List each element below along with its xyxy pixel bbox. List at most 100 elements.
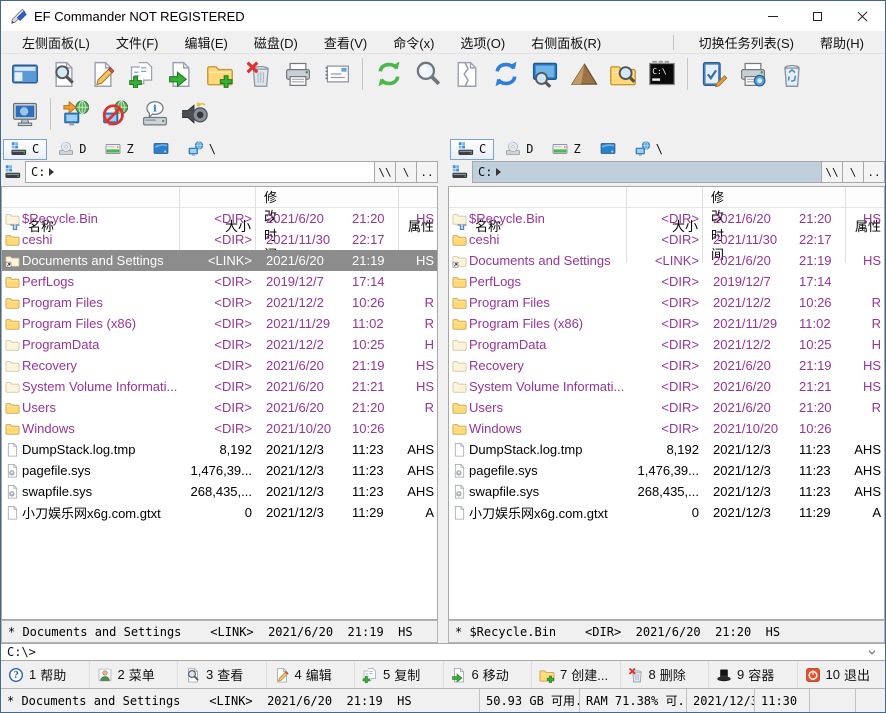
fkey-1-help-button[interactable]: ?1帮助 <box>1 661 90 688</box>
left-parent-button[interactable]: .. <box>417 161 438 183</box>
email-button[interactable] <box>317 56 356 92</box>
menu-item-3[interactable]: 磁盘(D) <box>241 31 311 53</box>
menu-item-right-1[interactable]: 帮助(H) <box>807 31 877 53</box>
menu-item-5[interactable]: 命令(x) <box>380 31 447 53</box>
print-button[interactable] <box>278 56 317 92</box>
file-row[interactable]: Windows<DIR>2021/10/2010:26 <box>449 418 884 439</box>
file-row[interactable]: Users<DIR>2021/6/2021:20R <box>2 397 437 418</box>
file-row[interactable]: Recovery<DIR>2021/6/2021:19HS <box>2 355 437 376</box>
menu-item-1[interactable]: 文件(F) <box>103 31 172 53</box>
menu-item-0[interactable]: 左侧面板(L) <box>9 31 103 53</box>
right-parent-button[interactable]: .. <box>864 161 885 183</box>
fkey-7-newfolder-button[interactable]: 7创建... <box>532 661 621 688</box>
search-button[interactable] <box>408 56 447 92</box>
file-row[interactable]: PerfLogs<DIR>2019/12/717:14 <box>449 271 884 292</box>
file-row[interactable]: swapfile.sys268,435,...2021/12/311:23AHS <box>2 481 437 502</box>
screen-search-button[interactable] <box>525 56 564 92</box>
fkey-2-person-button[interactable]: 2菜单 <box>90 661 179 688</box>
refresh-blue-button[interactable] <box>486 56 525 92</box>
delete-button[interactable] <box>239 56 278 92</box>
drive-tab-desktop[interactable] <box>145 139 177 160</box>
drive-tab-Z[interactable]: Z <box>544 139 588 160</box>
command-line[interactable]: C:\> <box>1 643 885 661</box>
fkey-10-exit-button[interactable]: 10退出 <box>798 661 886 688</box>
net-connect-button[interactable] <box>57 96 96 132</box>
drive-tab-D[interactable]: D <box>497 139 541 160</box>
fkey-6-move-button[interactable]: 6移动 <box>444 661 533 688</box>
drive-tab-desktop[interactable] <box>592 139 624 160</box>
file-row[interactable]: ProgramData<DIR>2021/12/210:25H <box>2 334 437 355</box>
menu-item-7[interactable]: 右侧面板(R) <box>518 31 614 53</box>
drive-tab-\[interactable]: \ <box>180 139 224 160</box>
file-row[interactable]: Program Files<DIR>2021/12/210:26R <box>2 292 437 313</box>
fkey-3-view-button[interactable]: 3查看 <box>178 661 267 688</box>
file-row[interactable]: DumpStack.log.tmp8,1922021/12/311:23AHS <box>2 439 437 460</box>
file-row[interactable]: Program Files (x86)<DIR>2021/11/2911:02R <box>449 313 884 334</box>
file-row[interactable]: DumpStack.log.tmp8,1922021/12/311:23AHS <box>449 439 884 460</box>
minimize-button[interactable] <box>750 1 795 31</box>
trash-button[interactable] <box>772 56 811 92</box>
file-row[interactable]: pagefile.sys1,476,39...2021/12/311:23AHS <box>2 460 437 481</box>
file-row[interactable]: Users<DIR>2021/6/2021:20R <box>449 397 884 418</box>
menu-item-2[interactable]: 编辑(E) <box>172 31 241 53</box>
file-row[interactable]: $Recycle.Bin<DIR>2021/6/2021:20HS <box>2 208 437 229</box>
copy-button[interactable] <box>122 56 161 92</box>
file-row[interactable]: Recovery<DIR>2021/6/2021:19HS <box>449 355 884 376</box>
file-row[interactable]: swapfile.sys268,435,...2021/12/311:23AHS <box>449 481 884 502</box>
drive-info-button[interactable]: i <box>135 96 174 132</box>
file-row[interactable]: PerfLogs<DIR>2019/12/717:14 <box>2 271 437 292</box>
menu-item-4[interactable]: 查看(V) <box>311 31 380 53</box>
options-button[interactable] <box>694 56 733 92</box>
drive-tab-Z[interactable]: Z <box>97 139 141 160</box>
right-path-input[interactable]: C: <box>472 161 822 183</box>
left-backslash-button[interactable]: \ <box>396 161 417 183</box>
file-row[interactable]: System Volume Informati...<DIR>2021/6/20… <box>2 376 437 397</box>
left-path-input[interactable]: C: <box>25 161 375 183</box>
print-capture-button[interactable] <box>733 56 772 92</box>
edit-button[interactable] <box>83 56 122 92</box>
fkey-4-edit-button[interactable]: 4编辑 <box>267 661 356 688</box>
fkey-9-tophat-button[interactable]: 9容器 <box>709 661 798 688</box>
file-row[interactable]: $Recycle.Bin<DIR>2021/6/2021:20HS <box>449 208 884 229</box>
close-button[interactable] <box>840 1 885 31</box>
panels-button[interactable] <box>5 56 44 92</box>
panel-splitter[interactable] <box>438 137 448 643</box>
file-name: PerfLogs <box>469 274 627 289</box>
file-row[interactable]: Program Files<DIR>2021/12/210:26R <box>449 292 884 313</box>
file-row[interactable]: ceshi<DIR>2021/11/3022:17 <box>2 229 437 250</box>
file-row[interactable]: System Volume Informati...<DIR>2021/6/20… <box>449 376 884 397</box>
file-row[interactable]: Windows<DIR>2021/10/2010:26 <box>2 418 437 439</box>
drive-tab-C[interactable]: C <box>450 139 494 160</box>
file-row[interactable]: Program Files (x86)<DIR>2021/11/2911:02R <box>2 313 437 334</box>
pyramid-button[interactable] <box>564 56 603 92</box>
file-row[interactable]: 小刀娱乐网x6g.com.gtxt02021/12/311:29A <box>2 502 437 523</box>
maximize-button[interactable] <box>795 1 840 31</box>
refresh-green-button[interactable] <box>369 56 408 92</box>
newfolder-button[interactable] <box>200 56 239 92</box>
file-row[interactable]: pagefile.sys1,476,39...2021/12/311:23AHS <box>449 460 884 481</box>
file-row[interactable]: ceshi<DIR>2021/11/3022:17 <box>449 229 884 250</box>
monitor-button[interactable] <box>5 96 44 132</box>
file-row[interactable]: Documents and Settings<LINK>2021/6/2021:… <box>2 250 437 271</box>
cmd-button[interactable]: C:\ <box>642 56 681 92</box>
drive-tab-\[interactable]: \ <box>627 139 671 160</box>
file-row[interactable]: ProgramData<DIR>2021/12/210:25H <box>449 334 884 355</box>
left-root-button[interactable]: \\ <box>375 161 396 183</box>
right-root-button[interactable]: \\ <box>822 161 843 183</box>
audio-button[interactable] <box>174 96 213 132</box>
menu-item-right-0[interactable]: 切换任务列表(S) <box>686 31 807 53</box>
file-row[interactable]: 小刀娱乐网x6g.com.gtxt02021/12/311:29A <box>449 502 884 523</box>
move-button[interactable] <box>161 56 200 92</box>
file-row[interactable]: Documents and Settings<LINK>2021/6/2021:… <box>449 250 884 271</box>
chevron-down-icon[interactable] <box>865 645 879 659</box>
folder-search-button[interactable] <box>603 56 642 92</box>
right-backslash-button[interactable]: \ <box>843 161 864 183</box>
view-button[interactable] <box>44 56 83 92</box>
net-disconnect-button[interactable] <box>96 96 135 132</box>
menu-item-6[interactable]: 选项(O) <box>447 31 518 53</box>
drive-tab-C[interactable]: C <box>3 139 47 160</box>
fkey-5-copy-button[interactable]: 5复制 <box>355 661 444 688</box>
fkey-8-delete-button[interactable]: 8删除 <box>621 661 710 688</box>
drive-tab-D[interactable]: D <box>50 139 94 160</box>
split-button[interactable] <box>447 56 486 92</box>
